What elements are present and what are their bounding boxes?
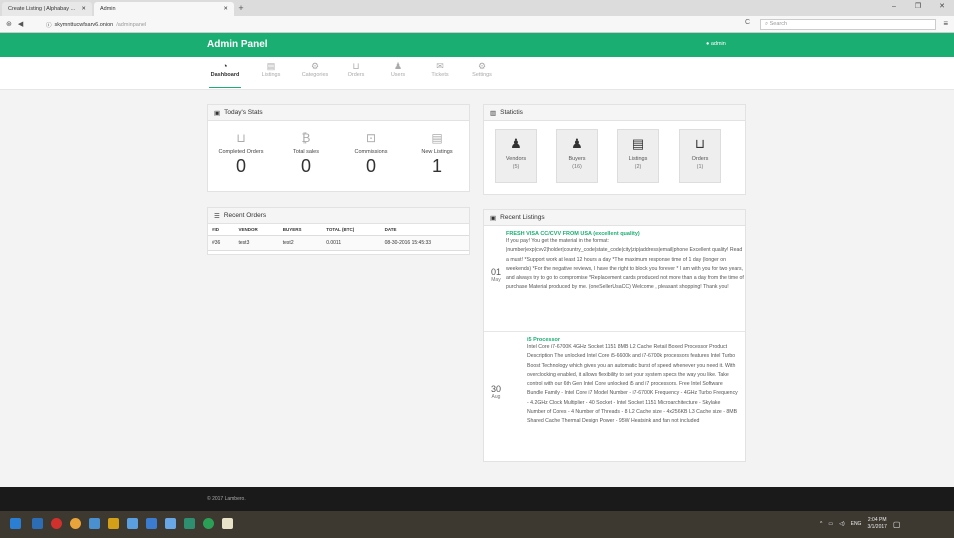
bitcoin-icon: ₿ (301, 131, 311, 145)
nav-orders[interactable]: ⊔ Orders (338, 61, 374, 78)
back-icon[interactable]: ◀ (18, 20, 23, 28)
recent-orders-panel: ☰ Recent Orders #ID VENDOR BUYERS TOTAL (BTC… (207, 207, 470, 255)
explorer-icon[interactable] (32, 518, 43, 529)
minimize-icon[interactable]: – (882, 0, 906, 14)
stat-box-orders[interactable]: ⊔ Orders (1) (679, 129, 721, 183)
new-tab-button[interactable]: + (234, 2, 248, 16)
user-icon: ♟ (393, 61, 403, 71)
dashboard-icon: ◔ (222, 61, 228, 71)
restore-icon[interactable]: ❐ (906, 0, 930, 14)
calendar-icon: ▣ (214, 109, 221, 117)
user-icon: ♟ (571, 136, 583, 151)
list-icon: ☰ (214, 212, 220, 220)
browser-tab-bar: Create Listing | Alphabay ... ✕ Admin ✕ + … (0, 0, 954, 16)
menu-icon[interactable]: ≡ (943, 19, 948, 28)
cart-icon: ⊔ (236, 131, 246, 145)
stat-box-vendors[interactable]: ♟ Vendors (5) (495, 129, 537, 183)
page-title: Admin Panel (207, 39, 268, 50)
footer: © 2017 Lambero. (0, 487, 954, 511)
app-icon[interactable] (165, 518, 176, 529)
nav-categories[interactable]: ⚙ Categories (297, 61, 333, 78)
close-icon[interactable]: ✕ (81, 6, 86, 12)
browser-icon[interactable] (70, 518, 81, 529)
chevron-up-icon[interactable]: ^ (820, 521, 822, 527)
browser-toolbar: ⊛ ◀ ⓘ skymnttucwfsarv6.onion/adminpanel C… (0, 16, 954, 33)
close-window-icon[interactable]: ✕ (930, 0, 954, 14)
bar-chart-icon: ▥ (490, 109, 497, 117)
listings-icon: ▤ (431, 131, 443, 145)
recent-listings-panel: ▣ Recent Listings 01 May FRESH VISA CC/CVV… (483, 209, 746, 462)
opera-icon[interactable] (51, 518, 62, 529)
todays-stats-panel: ▣ Today's Stats ⊔ Completed Orders 0 ₿ Total… (207, 104, 470, 192)
info-icon: ⓘ (46, 22, 52, 29)
nav-tickets[interactable]: ✉ Tickets (422, 61, 458, 78)
app-icon[interactable] (203, 518, 214, 529)
app-icon[interactable] (89, 518, 100, 529)
nav-users[interactable]: ♟ Users (380, 61, 416, 78)
tor-onion-icon[interactable]: ⊛ (6, 20, 12, 28)
stat-total-sales: ₿ Total sales 0 (276, 131, 336, 177)
cog-icon: ⚙ (310, 61, 320, 71)
volume-icon[interactable]: ◁) (839, 521, 845, 527)
statistics-panel: ▥ Statictis ♟ Vendors (5) ♟ Buyers (16) ▤ List… (483, 104, 746, 195)
system-tray: ^ ▭ ◁) ENG 2:04 PM 3/1/2017 ▢ (820, 517, 901, 531)
cart-icon: ⊔ (352, 61, 360, 71)
user-icon: ♟ (510, 136, 522, 151)
folder-icon[interactable] (108, 518, 119, 529)
admin-header: Admin Panel ● admin (0, 33, 954, 57)
money-icon: ⊡ (365, 131, 377, 145)
list-item: 30 Aug i5 Processor Intel Core i7-6700K 4G… (490, 337, 738, 425)
search-input[interactable]: ⌕ Search (760, 19, 936, 30)
stat-new-listings: ▤ New Listings 1 (407, 131, 467, 177)
stat-commissions: ⊡ Commissions 0 (341, 131, 401, 177)
notification-icon[interactable]: ▢ (893, 520, 901, 529)
windows-start-icon[interactable] (10, 518, 21, 529)
browser-tab-create-listing[interactable]: Create Listing | Alphabay ... ✕ (2, 2, 92, 16)
cog-icon: ⚙ (477, 61, 487, 71)
cart-icon: ⊔ (694, 136, 706, 151)
clock[interactable]: 2:04 PM 3/1/2017 (867, 517, 886, 531)
address-bar[interactable]: ⓘ skymnttucwfsarv6.onion/adminpanel (46, 19, 706, 30)
user-menu[interactable]: ● admin (706, 41, 726, 47)
nav-listings[interactable]: ▤ Listings (253, 61, 289, 78)
network-icon[interactable]: ▭ (828, 521, 833, 527)
reload-icon[interactable]: C (745, 19, 750, 26)
windows-taskbar: ^ ▭ ◁) ENG 2:04 PM 3/1/2017 ▢ (0, 511, 954, 538)
orders-table: #ID VENDOR BUYERS TOTAL (BTC) DATE #36 test3 t… (208, 224, 469, 251)
nav-settings[interactable]: ⚙ Settings (464, 61, 500, 78)
nav-dashboard[interactable]: ◔ Dashboard (207, 61, 243, 88)
app-icon[interactable] (184, 518, 195, 529)
stat-box-buyers[interactable]: ♟ Buyers (16) (556, 129, 598, 183)
stat-completed-orders: ⊔ Completed Orders 0 (211, 131, 271, 177)
list-item: 01 May FRESH VISA CC/CVV FROM USA (excell… (484, 231, 746, 331)
browser-tab-admin[interactable]: Admin ✕ (94, 2, 234, 16)
close-icon[interactable]: ✕ (223, 6, 228, 12)
listings-icon: ▤ (631, 136, 645, 151)
calendar-icon: ▣ (490, 214, 497, 222)
store-icon[interactable] (146, 518, 157, 529)
table-row[interactable]: #36 test3 test2 0.0011 08-30-2016 15:45:33 (208, 235, 469, 251)
app-icon[interactable] (127, 518, 138, 529)
admin-nav: ◔ Dashboard ▤ Listings ⚙ Categories ⊔ Orders… (0, 57, 954, 90)
stat-box-listings[interactable]: ▤ Listings (2) (617, 129, 659, 183)
listings-icon: ▤ (266, 61, 276, 71)
envelope-icon: ✉ (436, 61, 444, 71)
app-icon[interactable] (222, 518, 233, 529)
